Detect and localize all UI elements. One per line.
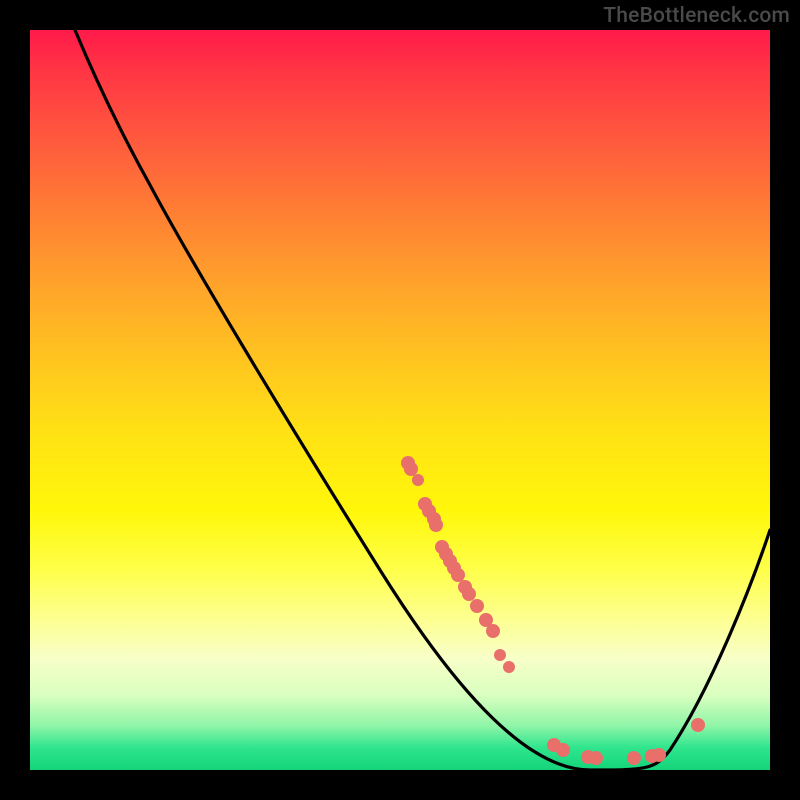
chart-plot-area [30,30,770,770]
bottleneck-curve [75,30,770,770]
chart-svg [30,30,770,770]
data-marker [652,748,666,762]
data-marker [691,718,705,732]
data-marker [494,649,506,661]
marker-group [401,456,705,765]
data-marker [627,751,641,765]
data-marker [470,599,484,613]
data-marker [404,462,418,476]
data-marker [556,743,570,757]
watermark-text: TheBottleneck.com [603,4,790,28]
data-marker [412,474,424,486]
data-marker [451,568,465,582]
data-marker [462,587,476,601]
data-marker [486,624,500,638]
data-marker [503,661,515,673]
data-marker [429,518,443,532]
data-marker [589,751,603,765]
